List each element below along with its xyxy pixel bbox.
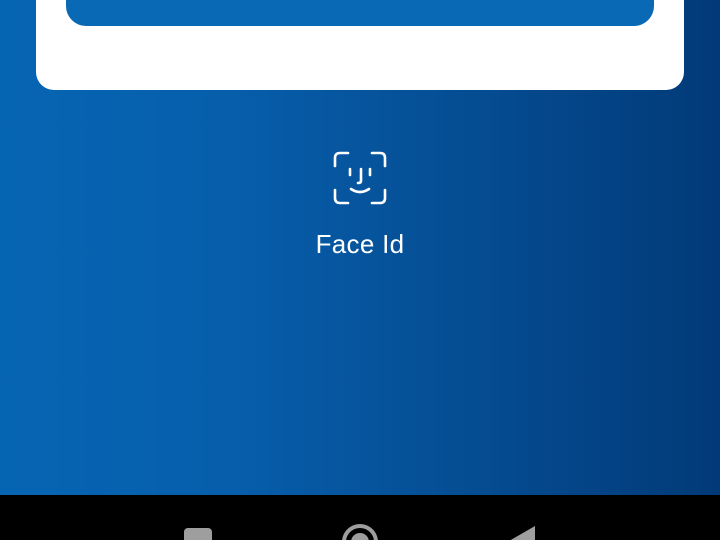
face-id-label: Face Id xyxy=(315,229,405,259)
face-id-icon xyxy=(333,151,387,205)
face-id-button[interactable]: Face Id xyxy=(260,150,460,280)
phone-screen: Face Id xyxy=(0,0,720,540)
login-button[interactable] xyxy=(66,0,654,26)
login-screen-background: Face Id xyxy=(0,0,720,495)
square-recents-icon[interactable] xyxy=(184,528,212,540)
system-navigation-bar xyxy=(0,495,720,540)
triangle-back-icon[interactable] xyxy=(508,525,536,540)
login-card xyxy=(36,0,684,90)
circle-home-icon[interactable] xyxy=(341,523,379,540)
